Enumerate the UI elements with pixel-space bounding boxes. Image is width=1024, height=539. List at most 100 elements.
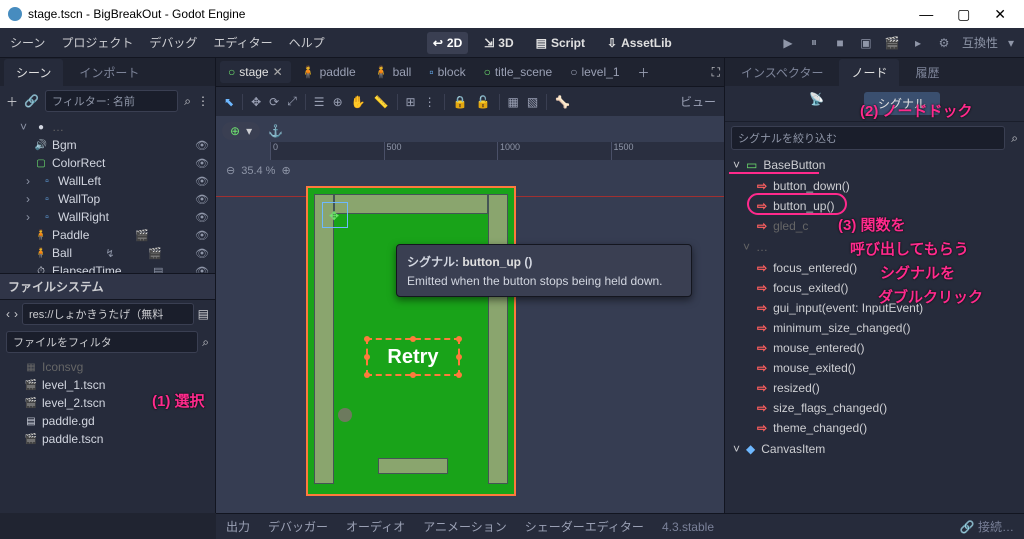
signal-focus-exited[interactable]: ⇨focus_exited() <box>725 278 1024 298</box>
menu-debug[interactable]: デバッグ <box>149 34 197 51</box>
tree-item-walltop[interactable]: ›▫WallTop👁 <box>0 190 215 208</box>
signal-gui-input[interactable]: ⇨gui_input(event: InputEvent) <box>725 298 1024 318</box>
signal-mouse-entered[interactable]: ⇨mouse_entered() <box>725 338 1024 358</box>
visibility-icon[interactable]: 👁 <box>195 229 209 242</box>
tree-item-wallright[interactable]: ›▫WallRight👁 <box>0 208 215 226</box>
stop-icon[interactable]: ■ <box>832 36 848 50</box>
search-icon[interactable]: ⌕ <box>202 335 209 350</box>
snap-icon[interactable]: ⊞ <box>406 95 416 109</box>
scene-tab-paddle[interactable]: 🧍paddle <box>293 61 364 83</box>
rotate-tool-icon[interactable]: ⟳ <box>269 95 279 109</box>
select-tool-icon[interactable]: ⬉ <box>224 95 234 109</box>
workspace-3d[interactable]: ⇲ 3D <box>478 32 519 54</box>
pan-icon[interactable]: ✋ <box>351 95 366 109</box>
collapse-icon[interactable]: ˅ <box>733 442 740 456</box>
panel-shader[interactable]: シェーダーエディター <box>525 518 644 535</box>
panel-output[interactable]: 出力 <box>226 518 250 535</box>
close-icon[interactable]: ✕ <box>273 65 283 79</box>
zoom-out-icon[interactable]: ⊖ <box>226 164 235 177</box>
connect-button[interactable]: 接続… <box>978 518 1014 535</box>
panel-animation[interactable]: アニメーション <box>423 518 507 535</box>
file-item[interactable]: 🎬level_2.tscn <box>0 394 215 412</box>
add-node-icon[interactable]: ＋ <box>6 93 18 110</box>
tree-item-ball[interactable]: 🧍Ball↯🎬👁 <box>0 244 215 262</box>
class-control-partial[interactable]: ˅… <box>725 236 1024 258</box>
scene-link-icon[interactable]: 🎬 <box>148 247 162 260</box>
visibility-icon[interactable]: 👁 <box>195 211 209 224</box>
connect-icon[interactable]: 🔗 <box>960 520 975 534</box>
renderer-mode[interactable]: 互換性 <box>962 34 998 51</box>
menu-help[interactable]: ヘルプ <box>289 34 325 51</box>
file-item[interactable]: 🎬paddle.tscn <box>0 430 215 448</box>
file-item[interactable]: ▦Iconsvg <box>0 358 215 376</box>
viewport-2d[interactable]: ⊕▾ ⚓ 050010001500 ⊖ 35.4 % ⊕ ✥ <box>216 116 724 513</box>
menu-editor[interactable]: エディター <box>213 34 272 51</box>
back-icon[interactable]: ‹ <box>6 307 10 321</box>
visibility-icon[interactable]: 👁 <box>195 193 209 206</box>
file-item[interactable]: ▤paddle.gd <box>0 412 215 430</box>
panel-audio[interactable]: オーディオ <box>346 518 405 535</box>
subtab-signal[interactable]: シグナル <box>864 92 940 115</box>
view-menu[interactable]: ビュー <box>680 93 716 110</box>
workspace-2d[interactable]: ↩ 2D <box>427 32 468 54</box>
signal-size-flags[interactable]: ⇨size_flags_changed() <box>725 398 1024 418</box>
signal-mouse-exited[interactable]: ⇨mouse_exited() <box>725 358 1024 378</box>
tab-node[interactable]: ノード <box>839 59 899 86</box>
signal-filter-input[interactable]: シグナルを絞り込む <box>731 126 1005 150</box>
group-icon[interactable]: ▦ <box>508 95 519 109</box>
scene-link-icon[interactable]: 🎬 <box>135 229 149 242</box>
rss-icon[interactable]: 📡 <box>809 92 824 115</box>
version-label[interactable]: 4.3.stable <box>662 520 714 534</box>
expand-icon[interactable]: › <box>26 192 36 206</box>
bone-icon[interactable]: 🦴 <box>555 95 570 109</box>
play-custom-icon[interactable]: ▸ <box>910 36 926 50</box>
signal-connected-icon[interactable]: ↯ <box>105 247 114 260</box>
expand-icon[interactable]: › <box>26 174 36 188</box>
signal-resized[interactable]: ⇨resized() <box>725 378 1024 398</box>
workspace-script[interactable]: ▤ Script <box>530 32 591 54</box>
path-display[interactable]: res://しょかきうたげ（無料 <box>22 303 194 325</box>
scene-tab-ball[interactable]: 🧍ball <box>366 61 420 83</box>
lock-icon[interactable]: 🔒 <box>453 95 468 109</box>
tree-item-bgm[interactable]: 🔊Bgm👁 <box>0 136 215 154</box>
fwd-icon[interactable]: › <box>14 307 18 321</box>
list-select-icon[interactable]: ☰ <box>314 95 325 109</box>
visibility-icon[interactable]: 👁 <box>195 175 209 188</box>
collapse-icon[interactable]: ˅ <box>20 120 30 134</box>
pause-icon[interactable]: ⏸ <box>806 35 822 50</box>
ruler-icon[interactable]: 📏 <box>374 95 389 109</box>
unlock-icon[interactable]: 🔓 <box>476 95 491 109</box>
scene-tab-level1[interactable]: ○level_1 <box>562 61 627 83</box>
anchor-tool-icon[interactable]: ⚓ <box>268 124 283 138</box>
scene-tab-title[interactable]: ○title_scene <box>476 61 561 83</box>
play-icon[interactable]: ▶ <box>780 36 796 50</box>
tab-history[interactable]: 履歴 <box>903 59 951 86</box>
file-filter-input[interactable]: ファイルをフィルタ <box>6 331 198 353</box>
visibility-icon[interactable]: 👁 <box>195 139 209 152</box>
ungroup-icon[interactable]: ▧ <box>527 95 538 109</box>
chevron-down-icon[interactable]: ▾ <box>1008 36 1014 50</box>
link-icon[interactable]: 🔗 <box>24 94 39 108</box>
signal-toggled[interactable]: ⇨gled_c <box>725 216 1024 236</box>
window-controls[interactable]: — ▢ ✕ <box>919 6 1016 23</box>
filter-type-icon[interactable]: ⌕ <box>184 94 191 109</box>
visibility-icon[interactable]: 👁 <box>195 265 209 274</box>
signal-theme-changed[interactable]: ⇨theme_changed() <box>725 418 1024 438</box>
scale-tool-icon[interactable]: ⤢ <box>287 94 297 109</box>
distraction-free-icon[interactable]: ⛶ <box>712 65 720 80</box>
play-scene-icon[interactable]: 🎬 <box>884 36 900 50</box>
signal-button-up[interactable]: ⇨button_up() <box>725 196 1024 216</box>
remote-icon[interactable]: ▣ <box>858 36 874 50</box>
tab-import[interactable]: インポート <box>67 59 151 86</box>
tab-scene[interactable]: シーン <box>4 59 63 86</box>
tree-item-wallleft[interactable]: ›▫WallLeft👁 <box>0 172 215 190</box>
menu-scene[interactable]: シーン <box>10 34 45 51</box>
visibility-icon[interactable]: 👁 <box>195 247 209 260</box>
scene-tab-block[interactable]: ▫block <box>421 61 473 83</box>
tree-item-paddle[interactable]: 🧍Paddle🎬👁 <box>0 226 215 244</box>
class-basebutton[interactable]: ˅▭BaseButton <box>725 154 1024 176</box>
pivot-icon[interactable]: ⊕ <box>333 95 343 109</box>
zoom-in-icon[interactable]: ⊕ <box>281 164 290 177</box>
split-icon[interactable]: ▤ <box>198 307 209 321</box>
search-icon[interactable]: ⌕ <box>1005 131 1018 146</box>
